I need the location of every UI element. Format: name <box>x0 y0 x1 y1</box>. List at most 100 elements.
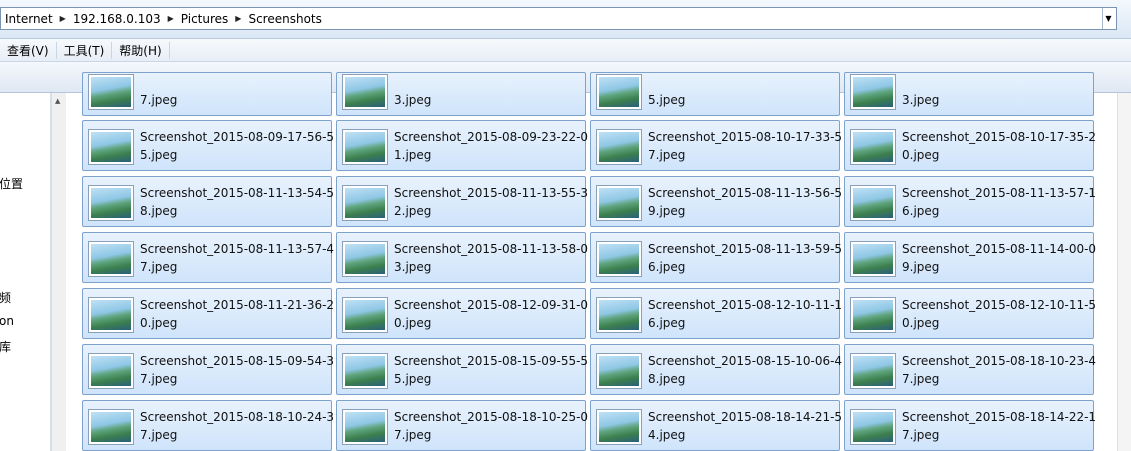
image-thumbnail-icon <box>596 353 642 389</box>
menu-help[interactable]: 帮助(H) <box>112 41 170 59</box>
thumbnail-picture <box>853 77 893 107</box>
file-item[interactable]: Screenshot_2015-08-11-13-57-1 6.jpeg <box>844 176 1097 227</box>
file-item[interactable]: Screenshot_2015-08-18-10-25-0 7.jpeg <box>336 400 588 451</box>
file-name-line2: 7.jpeg <box>394 428 432 442</box>
file-item[interactable]: Screenshot_2015-08-11-13-59-5 6.jpeg <box>590 232 842 283</box>
image-thumbnail-icon <box>342 409 388 445</box>
file-name-line2: 7.jpeg <box>648 148 686 162</box>
file-name-line2: 8.jpeg <box>648 372 686 386</box>
file-name-line1: Screenshot_2015-08-12-10-11-5 <box>902 298 1097 312</box>
file-item[interactable]: Screenshot_2015-08-18-14-21-5 4.jpeg <box>590 400 842 451</box>
file-name-line2: 8.jpeg <box>140 204 178 218</box>
file-item[interactable]: Screenshot_2015-08-11-21-36-2 0.jpeg <box>82 288 335 339</box>
address-bar[interactable]: Internet ▶ 192.168.0.103 ▶ Pictures ▶ Sc… <box>0 7 1117 30</box>
file-item[interactable]: Screenshot_2015-08-09-17-56-5 5.jpeg <box>82 120 334 171</box>
file-name-line1: Screenshot_2015-08-11-13-57-1 <box>902 186 1097 200</box>
image-thumbnail-icon <box>342 297 388 333</box>
file-item[interactable]: Screenshot_2015-08-10-17-35-2 0.jpeg <box>844 120 1097 171</box>
file-name-line2: 6.jpeg <box>648 316 686 330</box>
file-item[interactable]: Screenshot_2015-08-11-14-00-0 9.jpeg <box>844 232 1097 283</box>
breadcrumb-internet[interactable]: Internet <box>1 12 57 26</box>
nav-item-library[interactable]: 库 <box>0 338 11 355</box>
thumbnail-picture <box>853 356 893 386</box>
file-item[interactable]: Screenshot_2015-08-11-13-54-5 8.jpeg <box>82 176 334 227</box>
file-item[interactable]: Screenshot_2015-08-11-13-58-0 3.jpeg <box>336 232 589 283</box>
file-name-line1: Screenshot_2015-08-10-17-35-2 <box>902 130 1097 144</box>
file-item[interactable]: 5.jpeg <box>590 72 840 116</box>
file-name-line2: 5.jpeg <box>140 148 178 162</box>
file-item[interactable]: 3.jpeg <box>336 72 586 116</box>
file-name: Screenshot_2015-08-10-17-33-5 7.jpeg <box>648 128 842 164</box>
thumbnail-picture <box>345 132 385 162</box>
file-item[interactable]: 7.jpeg <box>82 72 332 116</box>
file-name-line2: 0.jpeg <box>140 316 178 330</box>
thumbnail-picture <box>91 188 131 218</box>
file-name: Screenshot_2015-08-11-13-58-0 3.jpeg <box>394 240 589 276</box>
file-name-line2: 0.jpeg <box>394 316 432 330</box>
file-item[interactable]: Screenshot_2015-08-18-10-23-4 7.jpeg <box>844 344 1097 395</box>
file-name: Screenshot_2015-08-09-17-56-5 5.jpeg <box>140 128 334 164</box>
thumbnail-picture <box>599 356 639 386</box>
file-item[interactable]: Screenshot_2015-08-09-23-22-0 1.jpeg <box>336 120 588 171</box>
file-name-line1: Screenshot_2015-08-11-21-36-2 <box>140 298 335 312</box>
file-item[interactable]: Screenshot_2015-08-12-09-31-0 0.jpeg <box>336 288 588 339</box>
file-item[interactable]: Screenshot_2015-08-18-10-24-3 7.jpeg <box>82 400 334 451</box>
file-item[interactable]: 3.jpeg <box>844 72 1094 116</box>
file-item[interactable]: Screenshot_2015-08-18-14-22-1 7.jpeg <box>844 400 1097 451</box>
thumbnail-picture <box>345 356 385 386</box>
thumbnail-picture <box>599 77 639 107</box>
thumbnail-picture <box>345 300 385 330</box>
breadcrumb-arrow-icon[interactable]: ▶ <box>232 14 244 23</box>
file-name: Screenshot_2015-08-11-13-59-5 6.jpeg <box>648 240 842 276</box>
breadcrumb-pictures[interactable]: Pictures <box>177 12 233 26</box>
menu-view[interactable]: 查看(V) <box>0 41 57 59</box>
file-item[interactable]: Screenshot_2015-08-15-09-55-5 5.jpeg <box>336 344 589 395</box>
file-name-line1: Screenshot_2015-08-15-09-55-5 <box>394 354 589 368</box>
file-item[interactable]: Screenshot_2015-08-11-13-57-4 7.jpeg <box>82 232 334 283</box>
file-name-line2: 4.jpeg <box>648 428 686 442</box>
thumbnail-picture <box>853 244 893 274</box>
image-thumbnail-icon <box>596 185 642 221</box>
file-name-line1: Screenshot_2015-08-18-14-22-1 <box>902 410 1097 424</box>
file-name-line1: Screenshot_2015-08-18-10-23-4 <box>902 354 1097 368</box>
file-name: Screenshot_2015-08-18-14-22-1 7.jpeg <box>902 408 1097 444</box>
file-name: Screenshot_2015-08-11-13-56-5 9.jpeg <box>648 184 843 220</box>
breadcrumb-arrow-icon[interactable]: ▶ <box>57 14 69 23</box>
file-item[interactable]: Screenshot_2015-08-15-09-54-3 7.jpeg <box>82 344 334 395</box>
file-name: Screenshot_2015-08-12-10-11-1 6.jpeg <box>648 296 842 332</box>
file-name-line1: Screenshot_2015-08-11-13-58-0 <box>394 242 589 256</box>
navigation-scrollbar[interactable]: ▲ <box>51 93 66 451</box>
file-name: Screenshot_2015-08-15-09-55-5 5.jpeg <box>394 352 589 388</box>
image-thumbnail-icon <box>850 353 896 389</box>
file-name-line1: Screenshot_2015-08-11-13-56-5 <box>648 186 843 200</box>
file-name-line2: 0.jpeg <box>902 316 940 330</box>
file-item[interactable]: Screenshot_2015-08-10-17-33-5 7.jpeg <box>590 120 842 171</box>
file-name-line1: Screenshot_2015-08-11-14-00-0 <box>902 242 1097 256</box>
breadcrumb-host[interactable]: 192.168.0.103 <box>69 12 165 26</box>
file-name-line2: 1.jpeg <box>394 148 432 162</box>
menu-bar: 查看(V) 工具(T) 帮助(H) <box>0 39 1131 62</box>
file-item[interactable]: Screenshot_2015-08-15-10-06-4 8.jpeg <box>590 344 842 395</box>
file-name: Screenshot_2015-08-12-10-11-5 0.jpeg <box>902 296 1097 332</box>
nav-item-on[interactable]: on <box>0 314 14 328</box>
file-name: Screenshot_2015-08-15-10-06-4 8.jpeg <box>648 352 842 388</box>
nav-item-videos[interactable]: 频 <box>0 289 11 306</box>
file-name: Screenshot_2015-08-11-13-57-4 7.jpeg <box>140 240 334 276</box>
file-item[interactable]: Screenshot_2015-08-12-10-11-1 6.jpeg <box>590 288 842 339</box>
file-item[interactable]: Screenshot_2015-08-11-13-56-5 9.jpeg <box>590 176 843 227</box>
chevron-down-icon: ▼ <box>1105 14 1112 23</box>
breadcrumb-arrow-icon[interactable]: ▶ <box>165 14 177 23</box>
image-thumbnail-icon <box>88 353 134 389</box>
file-name-line2: 3.jpeg <box>394 93 432 107</box>
file-name-line2: 7.jpeg <box>902 372 940 386</box>
scroll-up-icon[interactable]: ▲ <box>55 97 60 105</box>
file-item[interactable]: Screenshot_2015-08-11-13-55-3 2.jpeg <box>336 176 588 227</box>
address-history-dropdown[interactable]: ▼ <box>1100 8 1114 29</box>
file-name-line2: 5.jpeg <box>394 372 432 386</box>
file-name: Screenshot_2015-08-18-10-24-3 7.jpeg <box>140 408 334 444</box>
breadcrumb-screenshots[interactable]: Screenshots <box>244 12 325 26</box>
menu-tools[interactable]: 工具(T) <box>57 41 113 59</box>
file-item[interactable]: Screenshot_2015-08-12-10-11-5 0.jpeg <box>844 288 1097 339</box>
nav-item-locations[interactable]: 位置 <box>0 175 23 192</box>
main-scrollbar[interactable] <box>1117 93 1131 451</box>
